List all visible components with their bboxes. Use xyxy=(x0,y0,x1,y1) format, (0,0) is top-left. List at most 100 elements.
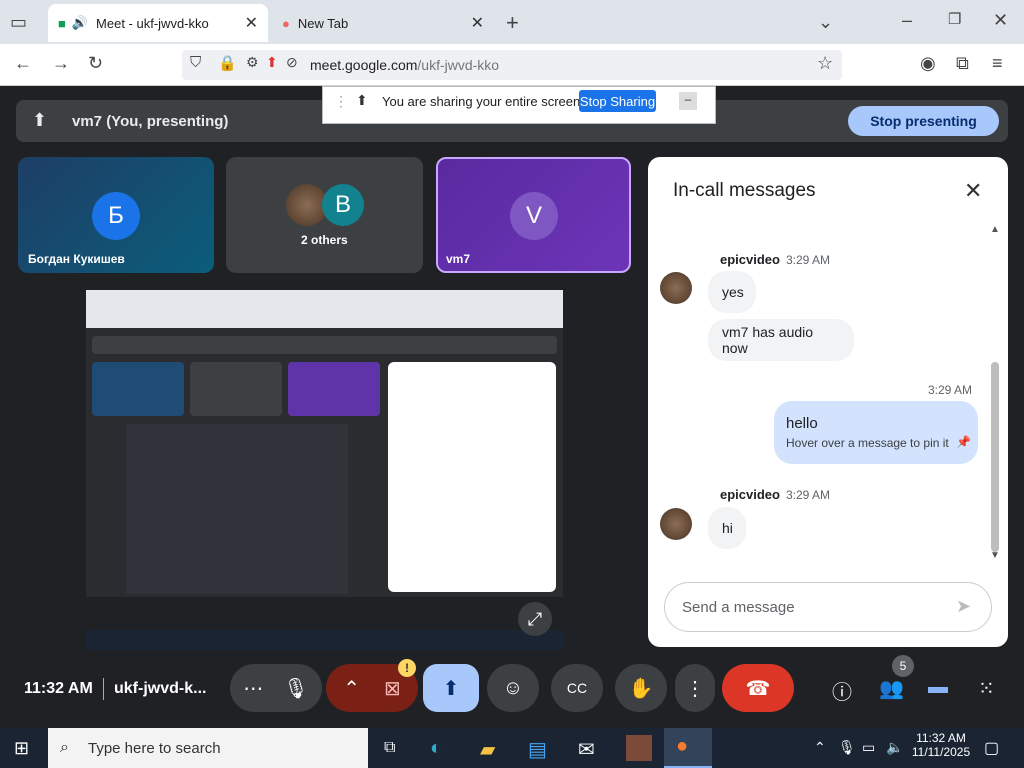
participant-name: 2 others xyxy=(301,233,348,247)
shield-icon[interactable]: ⛉ xyxy=(190,54,201,71)
chat-message-self[interactable] xyxy=(774,401,978,464)
pin-icon[interactable]: 📌 xyxy=(956,435,971,449)
tab-overview-icon[interactable]: ▭ xyxy=(10,12,27,33)
screen-share-icon[interactable]: ⬆ xyxy=(266,54,278,71)
chevron-up-icon: ⌃ xyxy=(343,677,360,700)
participant-name: Богдан Кукишев xyxy=(28,252,125,266)
presentation-preview: ⤢ xyxy=(86,290,563,650)
avatar: V xyxy=(510,192,558,240)
warning-badge: ! xyxy=(398,659,416,677)
chat-message[interactable]: yes xyxy=(708,271,756,313)
task-view-icon[interactable]: ⧉ xyxy=(384,739,395,757)
chat-message[interactable]: hi xyxy=(708,507,746,549)
dots-icon: ⋯ xyxy=(243,677,264,700)
sender-avatar xyxy=(660,508,692,540)
people-count-badge: 5 xyxy=(892,655,914,677)
volume-icon[interactable]: 🔈 xyxy=(886,739,903,756)
tab-new[interactable]: ● New Tab ✕ xyxy=(272,4,494,42)
more-vert-icon: ⋮ xyxy=(685,677,705,700)
hand-icon: ✋ xyxy=(628,677,654,700)
permissions-icon[interactable]: ⚙ xyxy=(246,54,259,71)
avatar: Б xyxy=(92,192,140,240)
more-audio-button[interactable]: ⋯ 🎙 xyxy=(230,664,322,712)
list-tabs-icon[interactable]: ⌄ xyxy=(818,12,833,33)
tab-title: Meet - ukf-jwvd-kko xyxy=(96,15,209,31)
more-options-button[interactable]: ⋮ xyxy=(675,664,715,712)
stop-presenting-button[interactable]: Stop presenting xyxy=(848,106,999,136)
extensions-icon[interactable]: ⧉ xyxy=(956,53,969,74)
hide-banner-button[interactable]: – xyxy=(679,92,697,110)
divider xyxy=(103,678,104,700)
captions-icon: CC xyxy=(566,680,588,696)
stop-sharing-button[interactable]: Stop Sharing xyxy=(579,90,656,112)
mail-icon[interactable]: ✉ xyxy=(578,737,595,762)
new-tab-icon[interactable]: + xyxy=(506,10,519,36)
people-icon[interactable]: 👥 xyxy=(879,676,904,701)
emoji-button[interactable]: ☺ xyxy=(487,664,539,712)
close-window-icon[interactable]: ✕ xyxy=(993,10,1008,31)
send-icon[interactable]: ➤ xyxy=(956,596,971,617)
camera-off-icon: ⊠ xyxy=(384,677,401,700)
leave-call-button[interactable]: ☎ xyxy=(722,664,794,712)
firefox-icon: ● xyxy=(282,15,290,31)
activities-icon[interactable]: ⁙ xyxy=(978,676,995,701)
message-header: epicvideo 3:29 AM xyxy=(720,487,830,502)
expand-icon[interactable]: ⤢ xyxy=(518,602,552,636)
close-chat-icon[interactable]: ✕ xyxy=(964,178,982,204)
meet-icon: ■ xyxy=(58,15,66,31)
back-icon[interactable]: ← xyxy=(14,53,32,74)
address-bar[interactable] xyxy=(182,50,842,80)
present-icon: ⬆ xyxy=(442,677,460,700)
raise-hand-button[interactable]: ✋ xyxy=(615,664,667,712)
app-icon[interactable] xyxy=(626,735,652,761)
edge-icon[interactable]: ◐ xyxy=(430,737,442,760)
sender-avatar xyxy=(660,272,692,304)
bookmark-star-icon[interactable]: ☆ xyxy=(817,53,833,74)
maximize-icon[interactable]: ❐ xyxy=(948,10,961,28)
close-tab-icon[interactable]: ✕ xyxy=(471,13,484,33)
menu-icon[interactable]: ≡ xyxy=(992,53,1003,74)
microphone-icon: 🎙 xyxy=(283,677,309,700)
message-time: 3:29 AM xyxy=(928,383,973,397)
store-icon[interactable]: ▤ xyxy=(528,737,547,762)
present-button[interactable]: ⬆ xyxy=(423,664,479,712)
message-header: epicvideo 3:29 AM xyxy=(720,252,830,267)
present-screen-icon: ⬆ xyxy=(32,110,48,130)
forward-icon[interactable]: → xyxy=(52,53,70,74)
windows-start-icon[interactable]: ⊞ xyxy=(14,738,29,759)
taskbar-clock[interactable]: 11:32 AM 11/11/2025 xyxy=(908,731,974,759)
drag-handle-icon[interactable]: ⋮ xyxy=(334,93,348,110)
info-icon[interactable]: ⓘ xyxy=(832,676,852,705)
emoji-icon: ☺ xyxy=(502,676,524,699)
captions-button[interactable]: CC xyxy=(551,664,603,712)
minimize-icon[interactable]: – xyxy=(902,10,912,31)
file-explorer-icon[interactable]: ▰ xyxy=(480,737,495,762)
meeting-code: ukf-jwvd-k... xyxy=(114,680,207,697)
close-tab-icon[interactable]: ✕ xyxy=(245,13,258,33)
chat-message[interactable]: vm7 has audio now xyxy=(708,319,854,361)
lock-icon[interactable]: 🔒 xyxy=(218,54,237,72)
pin-hint: Hover over a message to pin it xyxy=(786,436,949,450)
participant-name: vm7 xyxy=(446,252,471,266)
tab-meet[interactable]: ■ 🔊 Meet - ukf-jwvd-kko ✕ xyxy=(48,4,268,42)
share-screen-icon: ⬆ xyxy=(356,92,368,108)
tab-title: New Tab xyxy=(297,15,349,31)
taskbar-search-placeholder: Type here to search xyxy=(88,740,221,757)
account-icon[interactable]: ◉ xyxy=(920,53,936,74)
share-banner-text: You are sharing your entire screen. xyxy=(382,94,584,109)
notifications-icon[interactable]: ▢ xyxy=(984,738,999,758)
mic-tray-icon[interactable]: 🎙 xyxy=(838,739,856,756)
chat-scrollbar[interactable]: ▲ ▼ xyxy=(990,224,1000,564)
tray-chevron-icon[interactable]: ⌃ xyxy=(814,739,826,756)
chat-input-placeholder: Send a message xyxy=(682,599,795,616)
end-call-icon: ☎ xyxy=(745,677,771,700)
presenting-label: vm7 (You, presenting) xyxy=(72,113,229,130)
meeting-clock: 11:32 AM xyxy=(24,680,93,697)
chat-icon[interactable]: ▬ xyxy=(928,676,948,699)
avatar: B xyxy=(322,184,364,226)
url-text[interactable]: meet.google.com/ukf-jwvd-kko xyxy=(310,57,499,73)
reload-icon[interactable]: ↻ xyxy=(88,53,103,74)
speaker-icon: 🔊 xyxy=(71,15,89,30)
mic-blocked-icon[interactable]: ⊘ xyxy=(286,54,298,71)
network-icon[interactable]: ▭ xyxy=(862,739,875,756)
